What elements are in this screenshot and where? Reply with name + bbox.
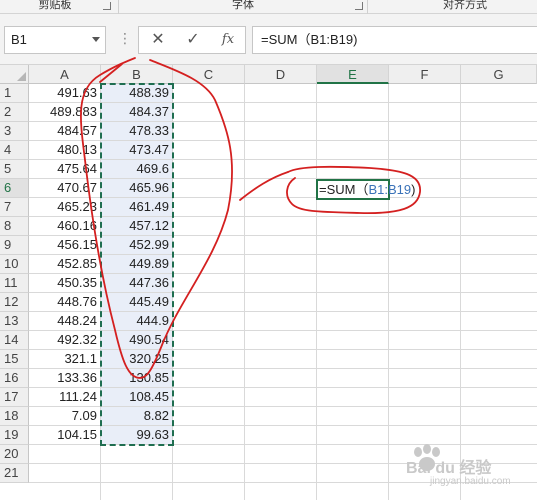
chevron-down-icon[interactable] — [92, 37, 100, 42]
formula-input[interactable]: =SUM（B1:B19) — [252, 26, 537, 54]
row-header[interactable]: 10 — [0, 255, 29, 274]
row-header[interactable]: 21 — [0, 464, 29, 483]
edit-formula-reference: B1:B19 — [368, 182, 412, 197]
row-header[interactable]: 18 — [0, 407, 29, 426]
row-header[interactable]: 1 — [0, 84, 29, 103]
row-header[interactable]: 3 — [0, 122, 29, 141]
row-header[interactable]: 13 — [0, 312, 29, 331]
edit-formula-prefix: =SUM（ — [319, 182, 369, 197]
row-header[interactable]: 14 — [0, 331, 29, 350]
formula-buttons: ✕ ✓ fx — [138, 26, 246, 54]
cell-a[interactable]: 489.883 — [29, 103, 100, 122]
name-box-value: B1 — [11, 32, 27, 47]
cell-a[interactable]: 470.67 — [29, 179, 100, 198]
edit-formula-suffix: ) — [411, 182, 416, 197]
cell-a[interactable]: 460.16 — [29, 217, 100, 236]
cell-a[interactable]: 475.64 — [29, 160, 100, 179]
column-header-c[interactable]: C — [173, 65, 245, 84]
ribbon-group-clipboard: 剪贴板 — [38, 0, 72, 11]
cell-a[interactable]: 133.36 — [29, 369, 100, 388]
row-header[interactable]: 20 — [0, 445, 29, 464]
row-header[interactable]: 19 — [0, 426, 29, 445]
row-header[interactable]: 11 — [0, 274, 29, 293]
cell-a[interactable]: 491.63 — [29, 84, 100, 103]
row-header[interactable]: 6 — [0, 179, 29, 198]
clipboard-launcher-icon[interactable] — [103, 2, 111, 10]
cell-a[interactable]: 7.09 — [29, 407, 100, 426]
row-header[interactable]: 4 — [0, 141, 29, 160]
enter-icon[interactable]: ✓ — [176, 27, 210, 53]
cell-a[interactable]: 448.24 — [29, 312, 100, 331]
cell-a[interactable]: 465.23 — [29, 198, 100, 217]
column-header-d[interactable]: D — [245, 65, 317, 84]
row-header[interactable]: 17 — [0, 388, 29, 407]
row-header[interactable]: 15 — [0, 350, 29, 369]
cell-a[interactable]: 448.76 — [29, 293, 100, 312]
cancel-icon[interactable]: ✕ — [141, 27, 175, 53]
ribbon-divider — [367, 0, 368, 14]
row-header[interactable]: 7 — [0, 198, 29, 217]
row-gridline — [29, 463, 537, 464]
column-header-g[interactable]: G — [461, 65, 537, 84]
cell-a[interactable]: 111.24 — [29, 388, 100, 407]
row-header[interactable]: 8 — [0, 217, 29, 236]
ribbon-group-labels: 剪贴板 字体 对齐方式 — [0, 0, 537, 14]
ribbon-group-font: 字体 — [232, 0, 254, 11]
cell-a[interactable]: 104.15 — [29, 426, 100, 445]
cell-a[interactable]: 450.35 — [29, 274, 100, 293]
cell-a[interactable]: 321.1 — [29, 350, 100, 369]
name-box[interactable]: B1 — [4, 26, 106, 54]
font-launcher-icon[interactable] — [355, 2, 363, 10]
row-header[interactable]: 2 — [0, 103, 29, 122]
column-header-a[interactable]: A — [29, 65, 101, 84]
row-gridline — [29, 482, 537, 483]
column-header-e[interactable]: E — [317, 65, 389, 84]
cell-a[interactable]: 456.15 — [29, 236, 100, 255]
active-cell-e6[interactable]: =SUM（B1:B19) — [316, 179, 415, 200]
cell-a[interactable]: 452.85 — [29, 255, 100, 274]
cell-a[interactable]: 492.32 — [29, 331, 100, 350]
ribbon-group-alignment: 对齐方式 — [443, 0, 487, 11]
copy-range-marquee — [100, 83, 174, 446]
column-header-f[interactable]: F — [389, 65, 461, 84]
cell-a[interactable]: 480.13 — [29, 141, 100, 160]
insert-function-icon[interactable]: fx — [211, 27, 245, 53]
row-header[interactable]: 16 — [0, 369, 29, 388]
worksheet-grid[interactable]: A B C D E F G 1 491.63 488.39 2 489.883 484.3… — [0, 65, 537, 500]
row-header[interactable]: 9 — [0, 236, 29, 255]
row-header[interactable]: 12 — [0, 293, 29, 312]
row-header[interactable]: 5 — [0, 160, 29, 179]
select-all-icon — [17, 72, 26, 81]
more-options-icon[interactable]: ⋮ — [118, 28, 132, 48]
cell-a[interactable]: 484.57 — [29, 122, 100, 141]
formula-bar-row: B1 ⋮ ✕ ✓ fx =SUM（B1:B19) — [0, 14, 537, 65]
column-header-b[interactable]: B — [101, 65, 173, 84]
select-all-corner[interactable] — [0, 65, 29, 84]
